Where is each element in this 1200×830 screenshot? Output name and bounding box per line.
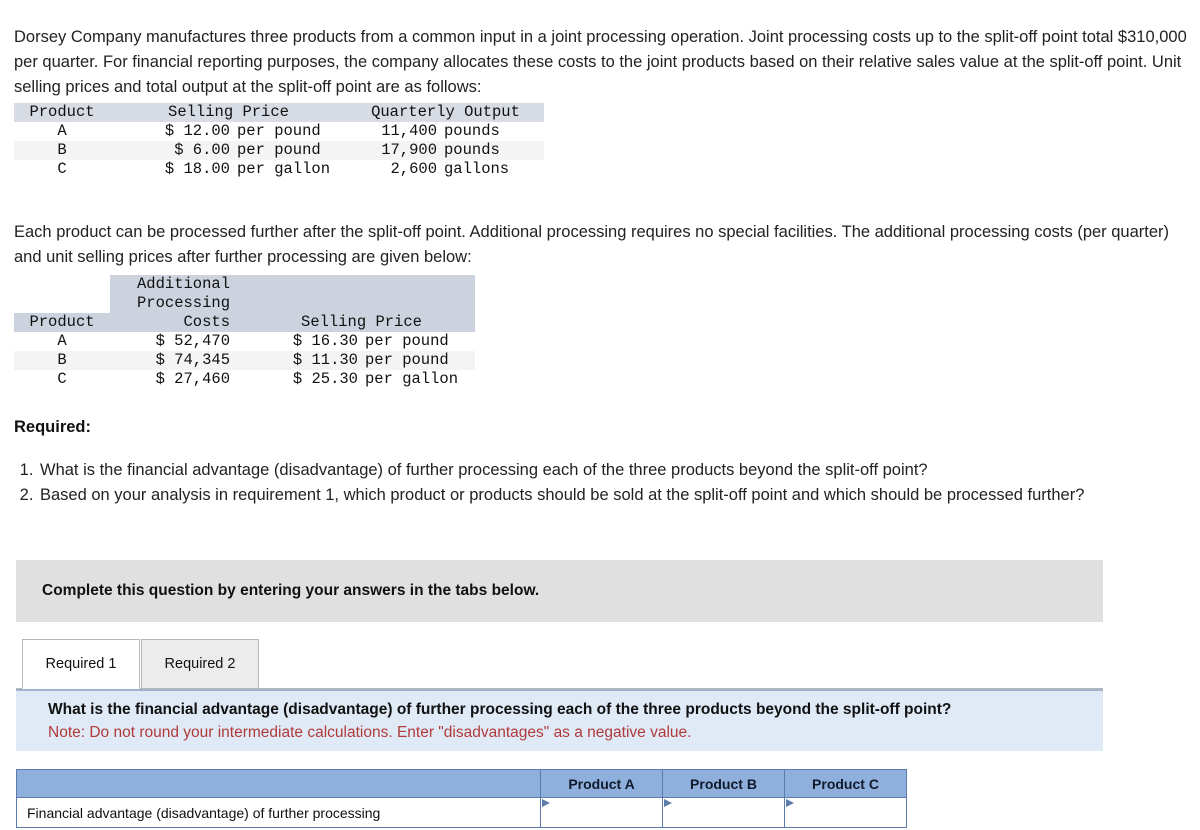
cell-marker-icon — [664, 799, 672, 807]
cell-output-amount: 11,400 — [381, 122, 437, 140]
table-row: B $ 6.00 per pound 17,900 pounds — [14, 141, 544, 160]
answer-table: Product A Product B Product C Financial … — [16, 769, 907, 828]
question-text: What is the financial advantage (disadva… — [48, 701, 952, 718]
answer-input-product-a[interactable] — [540, 797, 663, 828]
cell-price-unit: per gallon — [365, 370, 459, 388]
cell-product: C — [57, 370, 67, 388]
table-header-row: Product Selling Price Quarterly Output — [14, 103, 544, 122]
cell-price-unit: per pound — [237, 122, 321, 140]
cell-price-amount: $ 6.00 — [110, 141, 230, 160]
tab-required-2-label: Required 2 — [164, 656, 236, 672]
header-product: Product — [14, 103, 110, 122]
cell-product: C — [57, 160, 67, 178]
answer-row-label: Financial advantage (disadvantage) of fu… — [16, 797, 541, 828]
cell-price-unit: per gallon — [237, 160, 331, 178]
table-row: B $ 74,345 $ 11.30 per pound — [14, 351, 475, 370]
cell-product: A — [57, 122, 67, 140]
header-additional: Additional — [110, 275, 248, 294]
cell-output-amount: 2,600 — [390, 160, 437, 178]
question-note: Note: Do not round your intermediate cal… — [48, 724, 692, 741]
table-header-row-line1: Additional — [14, 275, 475, 294]
table-header-row-line3: Product Costs Selling Price — [14, 313, 475, 332]
answer-input-product-b[interactable] — [662, 797, 785, 828]
answer-input-product-c[interactable] — [784, 797, 907, 828]
cell-price-amount: $ 25.30 — [292, 370, 358, 388]
header-spacer-right — [248, 275, 475, 294]
cell-price-unit: per pound — [358, 351, 475, 370]
table-row: A $ 52,470 $ 16.30 per pound — [14, 332, 475, 351]
header-product: Product — [14, 313, 110, 332]
cell-output-unit: pounds — [437, 141, 544, 160]
cell-price-unit: per pound — [230, 141, 347, 160]
tab-required-1-label: Required 1 — [45, 656, 117, 672]
table-row: C $ 27,460 $ 25.30 per gallon — [14, 370, 475, 389]
answer-table-header-row: Product A Product B Product C — [16, 769, 907, 798]
cell-price-amount: $ 12.00 — [164, 122, 230, 140]
intro-paragraph: Dorsey Company manufactures three produc… — [14, 27, 1187, 96]
required-heading: Required: — [14, 418, 92, 436]
required-item-2: Based on your analysis in requirement 1,… — [38, 483, 1198, 508]
answer-header-blank — [16, 769, 541, 798]
instruction-banner-text: Complete this question by entering your … — [42, 582, 540, 599]
additional-processing-table: Additional Processing Product Costs Sell… — [14, 275, 475, 389]
cell-price-amount: $ 16.30 — [292, 332, 358, 350]
cell-product: B — [14, 351, 110, 370]
cell-marker-icon — [542, 799, 550, 807]
answer-header-product-a: Product A — [540, 769, 663, 798]
cell-output-unit: pounds — [444, 122, 500, 140]
table-header-row-line2: Processing — [14, 294, 475, 313]
cell-product: B — [14, 141, 110, 160]
cell-output-unit: gallons — [444, 160, 510, 178]
header-spacer-right — [248, 294, 475, 313]
cell-cost: $ 52,470 — [155, 332, 230, 350]
worksheet-page: Dorsey Company manufactures three produc… — [0, 0, 1200, 830]
required-list: What is the financial advantage (disadva… — [14, 458, 1198, 508]
further-processing-paragraph: Each product can be processed further af… — [14, 222, 1170, 266]
header-costs: Costs — [110, 313, 248, 332]
question-box: What is the financial advantage (disadva… — [16, 689, 1103, 751]
cell-marker-icon — [786, 799, 794, 807]
answer-table-row: Financial advantage (disadvantage) of fu… — [16, 797, 907, 828]
cell-price-unit: per pound — [365, 332, 449, 350]
tab-required-2[interactable]: Required 2 — [141, 639, 259, 689]
header-processing: Processing — [110, 294, 248, 313]
selling-price-table: Product Selling Price Quarterly Output A… — [14, 103, 544, 179]
instruction-banner: Complete this question by entering your … — [16, 560, 1103, 622]
table-row: C $ 18.00 per gallon 2,600 gallons — [14, 160, 544, 179]
header-quarterly-output: Quarterly Output — [347, 103, 544, 122]
table-row: A $ 12.00 per pound 11,400 pounds — [14, 122, 544, 141]
header-selling-price: Selling Price — [248, 313, 475, 332]
answer-header-product-b: Product B — [662, 769, 785, 798]
required-item-1: What is the financial advantage (disadva… — [38, 458, 1198, 483]
answer-header-product-c: Product C — [784, 769, 907, 798]
cell-price-amount: $ 18.00 — [164, 160, 230, 178]
cell-output-amount: 17,900 — [347, 141, 437, 160]
cell-cost: $ 27,460 — [155, 370, 230, 388]
header-selling-price: Selling Price — [110, 103, 347, 122]
cell-cost: $ 74,345 — [110, 351, 248, 370]
tab-required-1[interactable]: Required 1 — [22, 639, 140, 689]
tab-strip: Required 1 Required 2 — [16, 637, 1103, 689]
cell-price-amount: $ 11.30 — [248, 351, 358, 370]
header-spacer — [14, 275, 110, 294]
header-spacer — [14, 294, 110, 313]
cell-product: A — [57, 332, 67, 350]
